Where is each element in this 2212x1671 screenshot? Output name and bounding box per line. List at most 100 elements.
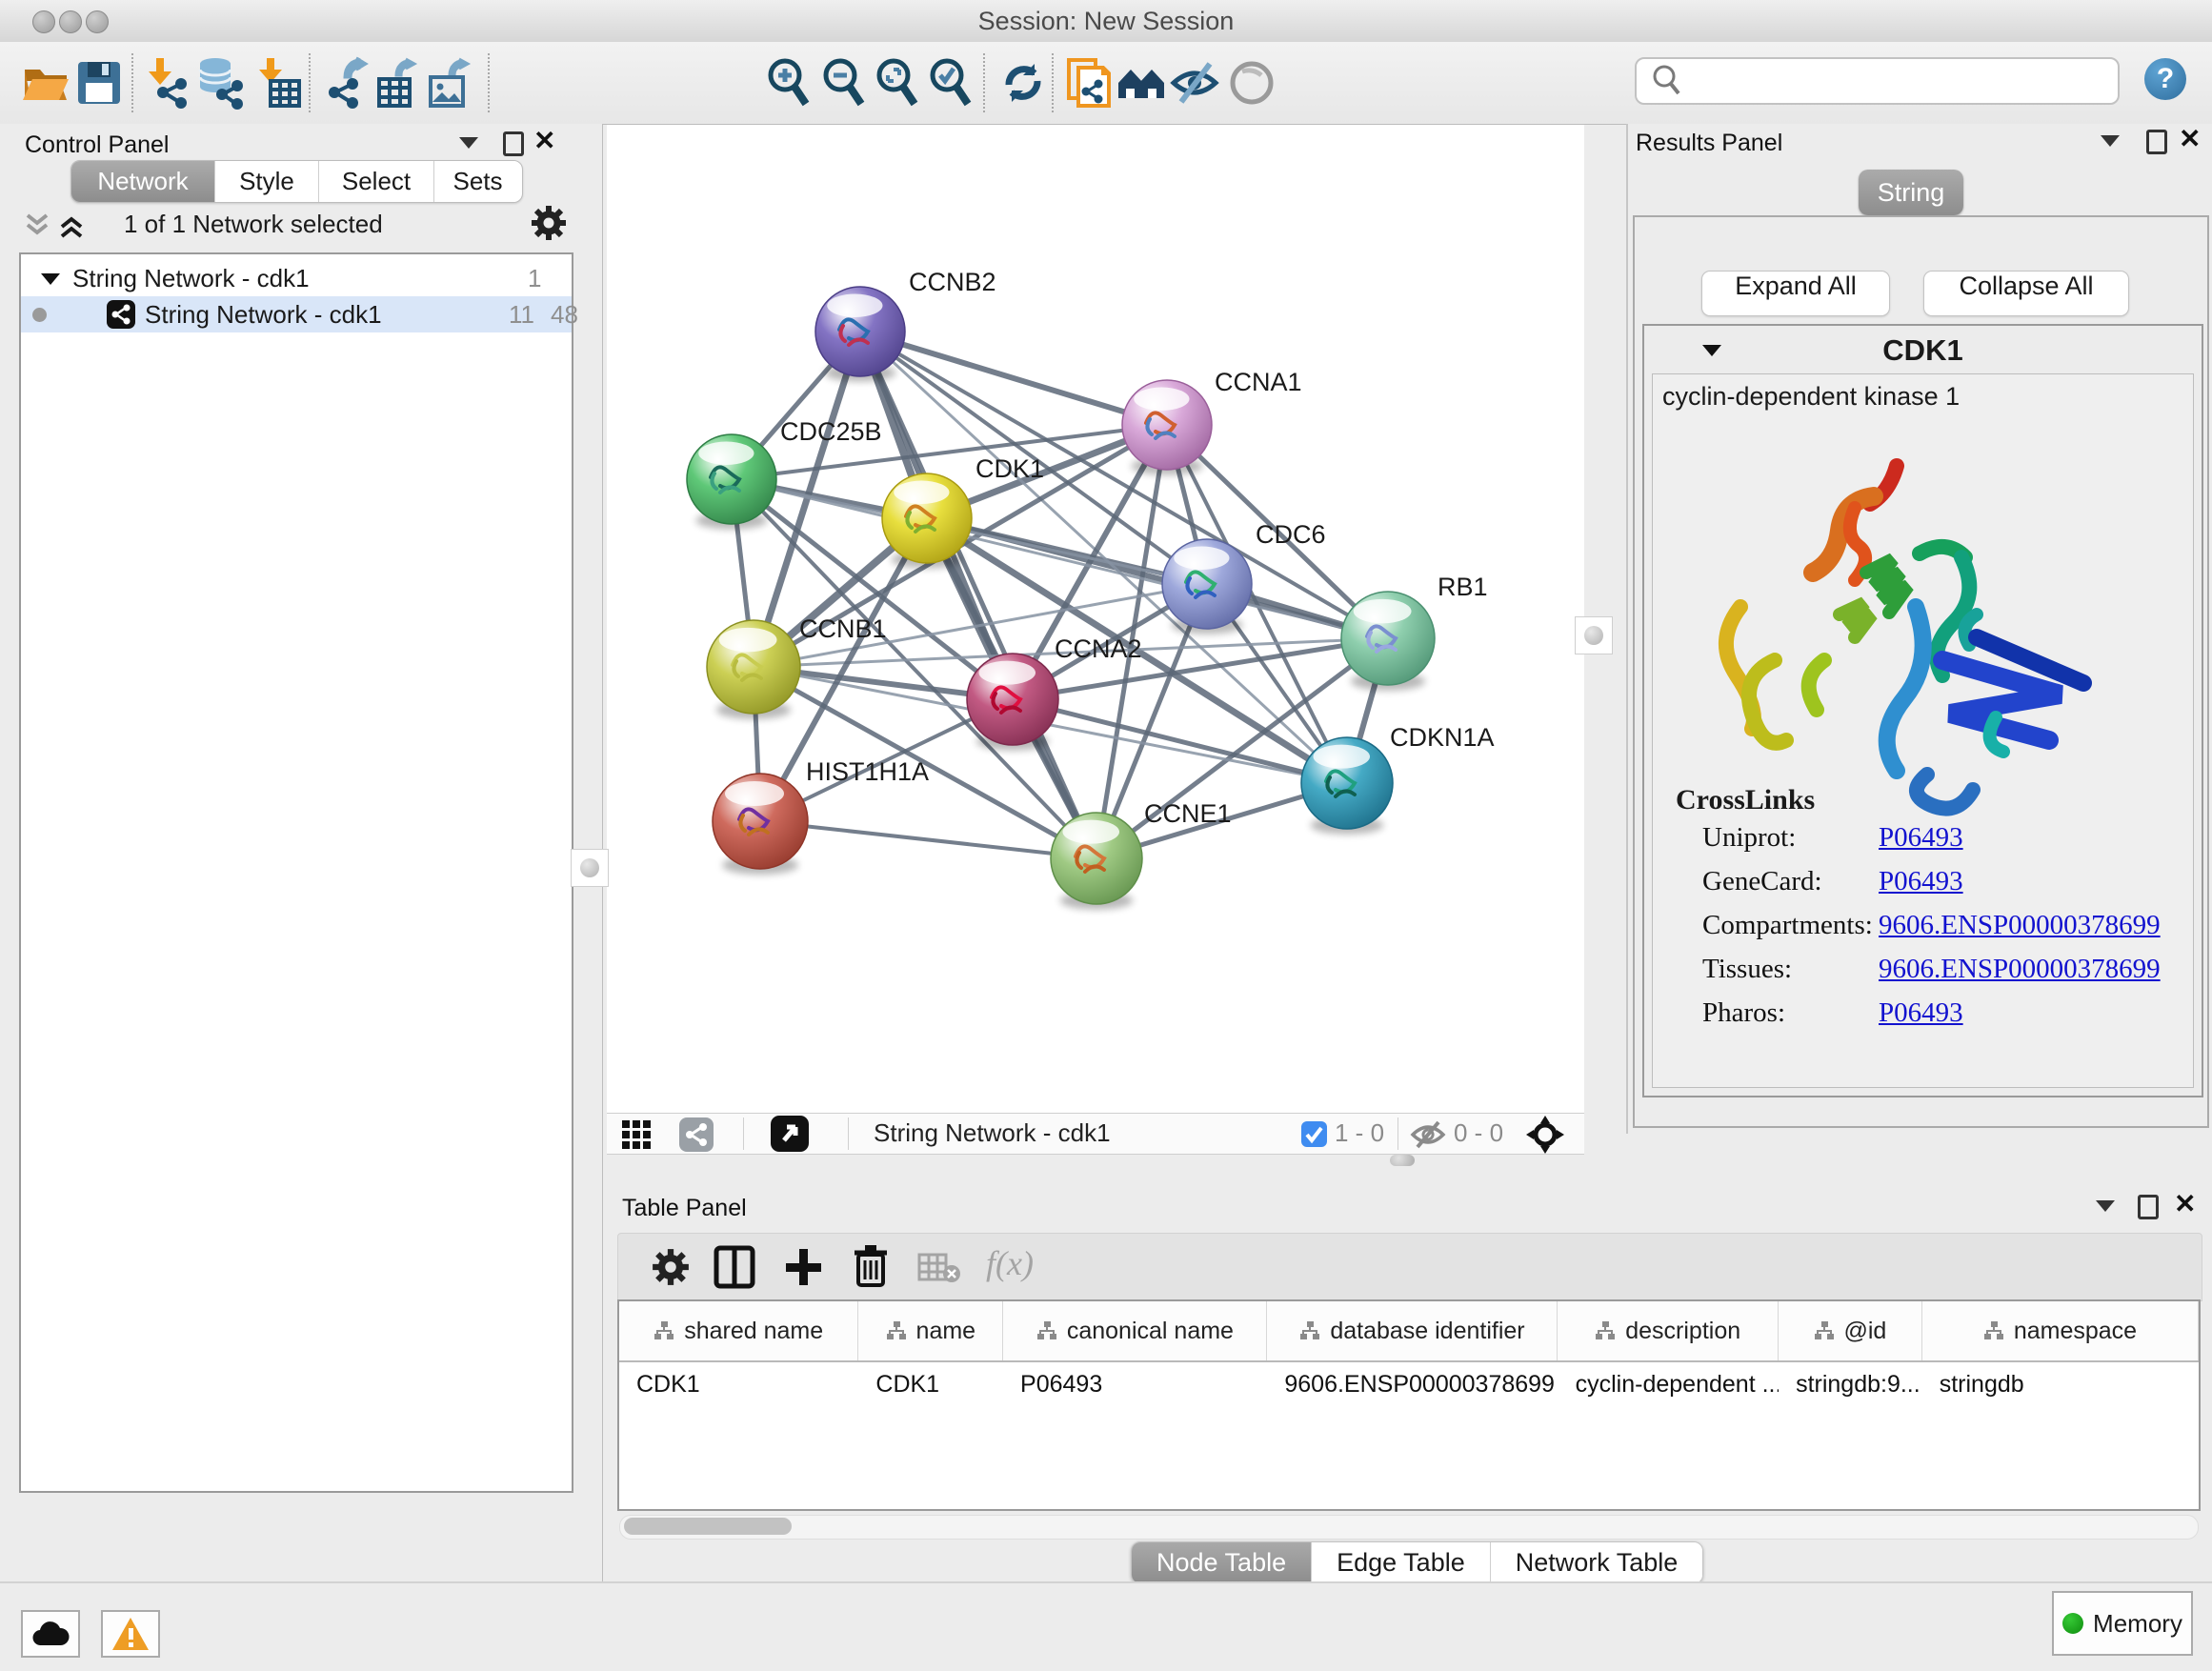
tab-style[interactable]: Style bbox=[215, 161, 319, 202]
table-cell[interactable]: stringdb bbox=[1922, 1362, 2199, 1406]
node-table[interactable]: shared namenamecanonical namedatabase id… bbox=[617, 1299, 2201, 1511]
crosslink-link[interactable]: 9606.ENSP00000378699 bbox=[1879, 954, 2161, 985]
tab-select[interactable]: Select bbox=[319, 161, 434, 202]
table-cell[interactable]: stringdb:9... bbox=[1779, 1362, 1922, 1406]
table-options-gear-icon[interactable] bbox=[651, 1247, 691, 1287]
network-node-cdc6[interactable] bbox=[1162, 539, 1252, 634]
warning-status-button[interactable] bbox=[101, 1610, 160, 1658]
show-columns-icon[interactable] bbox=[714, 1245, 755, 1289]
network-node-rb1[interactable] bbox=[1341, 592, 1435, 691]
tab-node-table[interactable]: Node Table bbox=[1132, 1542, 1312, 1583]
panel-menu-icon[interactable] bbox=[2101, 135, 2120, 147]
export-network-icon[interactable] bbox=[318, 56, 372, 110]
panel-close-icon[interactable]: ✕ bbox=[533, 131, 555, 151]
control-panel: Control Panel ✕ Network Style Select Set… bbox=[0, 124, 603, 1581]
network-canvas[interactable]: CDK1CCNB2CCNA1CDC25BCDC6RB1CCNB1CCNA2CDK… bbox=[607, 125, 1584, 1113]
bottom-splitter-handle[interactable] bbox=[1390, 1155, 1415, 1166]
table-horizontal-scrollbar[interactable] bbox=[619, 1515, 2199, 1540]
birds-eye-view-icon[interactable] bbox=[621, 1119, 652, 1150]
table-cell[interactable]: cyclin-dependent ... bbox=[1558, 1362, 1779, 1406]
panel-float-icon[interactable] bbox=[2138, 1195, 2159, 1219]
table-cell[interactable]: 9606.ENSP00000378699 bbox=[1267, 1362, 1558, 1406]
protein-name: CDK1 bbox=[1644, 333, 2202, 368]
table-cell[interactable]: CDK1 bbox=[858, 1362, 1003, 1406]
network-node-ccnb1[interactable] bbox=[707, 620, 800, 719]
column-type-icon bbox=[1595, 1320, 1616, 1341]
network-node-hist1h1a[interactable] bbox=[713, 774, 808, 875]
tab-edge-table[interactable]: Edge Table bbox=[1312, 1542, 1491, 1583]
import-network-icon[interactable] bbox=[141, 56, 194, 110]
column-header-shared-name[interactable]: shared name bbox=[619, 1301, 858, 1360]
network-options-gear-icon[interactable] bbox=[530, 204, 568, 242]
collapse-all-networks-icon[interactable] bbox=[25, 211, 50, 240]
refresh-icon[interactable] bbox=[996, 56, 1050, 110]
panel-close-icon[interactable]: ✕ bbox=[2179, 130, 2201, 149]
table-row[interactable]: CDK1CDK1P064939606.ENSP00000378699cyclin… bbox=[619, 1362, 2199, 1406]
export-table-icon[interactable] bbox=[372, 56, 425, 110]
delete-column-trash-icon[interactable] bbox=[851, 1243, 891, 1289]
network-row-selected[interactable]: String Network - cdk1 11 48 bbox=[21, 296, 572, 332]
panel-menu-icon[interactable] bbox=[2096, 1200, 2115, 1212]
network-edge bbox=[760, 821, 1096, 858]
column-type-icon bbox=[1036, 1320, 1057, 1341]
column-header-namespace[interactable]: namespace bbox=[1922, 1301, 2199, 1360]
zoom-selected-icon[interactable] bbox=[924, 56, 977, 110]
tab-network[interactable]: Network bbox=[71, 161, 215, 202]
table-cell[interactable]: CDK1 bbox=[619, 1362, 858, 1406]
tab-string[interactable]: String bbox=[1859, 170, 1963, 215]
delete-table-icon bbox=[917, 1253, 961, 1285]
column-header--id[interactable]: @id bbox=[1779, 1301, 1922, 1360]
open-session-icon[interactable] bbox=[19, 56, 72, 110]
network-node-ccne1[interactable] bbox=[1051, 813, 1142, 910]
import-network-from-database-icon[interactable] bbox=[194, 56, 248, 110]
zoom-fit-icon[interactable] bbox=[871, 56, 924, 110]
tree-expand-icon[interactable] bbox=[40, 272, 61, 287]
network-node-ccna1[interactable] bbox=[1122, 380, 1212, 475]
hide-panel-eye-icon[interactable] bbox=[1168, 56, 1221, 110]
fit-content-crosshair-icon[interactable] bbox=[1524, 1116, 1566, 1154]
panel-float-icon[interactable] bbox=[2146, 130, 2167, 154]
network-node-cdkn1a[interactable] bbox=[1301, 737, 1393, 835]
column-header-canonical-name[interactable]: canonical name bbox=[1003, 1301, 1267, 1360]
crosslink-link[interactable]: P06493 bbox=[1879, 997, 1963, 1029]
show-panel-eye-icon[interactable] bbox=[1225, 56, 1278, 110]
right-splitter-handle[interactable] bbox=[1575, 616, 1613, 654]
network-node-cdc25b[interactable] bbox=[687, 434, 776, 530]
panel-close-icon[interactable]: ✕ bbox=[2174, 1195, 2196, 1214]
expand-all-networks-icon[interactable] bbox=[59, 211, 84, 240]
search-input[interactable] bbox=[1692, 61, 2105, 99]
network-collection-row[interactable]: String Network - cdk1 1 bbox=[21, 260, 572, 296]
left-splitter-handle[interactable] bbox=[571, 849, 609, 887]
clone-network-icon[interactable] bbox=[1061, 56, 1115, 110]
panel-menu-icon[interactable] bbox=[459, 137, 478, 149]
column-header-name[interactable]: name bbox=[858, 1301, 1003, 1360]
crosslink-link[interactable]: 9606.ENSP00000378699 bbox=[1879, 910, 2161, 941]
add-column-icon[interactable] bbox=[782, 1245, 824, 1289]
selected-checkbox-icon[interactable] bbox=[1301, 1121, 1327, 1147]
home-string-icon[interactable] bbox=[1115, 56, 1168, 110]
crosslink-link[interactable]: P06493 bbox=[1879, 866, 1963, 897]
scrollbar-thumb[interactable] bbox=[624, 1518, 792, 1535]
column-header-description[interactable]: description bbox=[1558, 1301, 1778, 1360]
table-cell[interactable]: P06493 bbox=[1003, 1362, 1267, 1406]
string-style-icon[interactable] bbox=[679, 1117, 714, 1152]
column-header-database-identifier[interactable]: database identifier bbox=[1267, 1301, 1558, 1360]
zoom-out-icon[interactable] bbox=[817, 56, 871, 110]
tab-network-table[interactable]: Network Table bbox=[1491, 1542, 1703, 1583]
import-table-icon[interactable] bbox=[251, 56, 305, 110]
export-image-icon[interactable] bbox=[423, 56, 476, 110]
column-type-icon bbox=[1983, 1320, 2004, 1341]
panel-float-icon[interactable] bbox=[503, 131, 524, 156]
save-session-icon[interactable] bbox=[72, 56, 126, 110]
zoom-in-icon[interactable] bbox=[762, 56, 815, 110]
detach-view-icon[interactable] bbox=[771, 1116, 809, 1152]
collapse-all-button[interactable]: Collapse All bbox=[1923, 271, 2129, 316]
memory-button[interactable]: Memory bbox=[2052, 1591, 2193, 1656]
crosslink-link[interactable]: P06493 bbox=[1879, 822, 1963, 854]
results-panel: Results Panel ✕ String Expand All Collap… bbox=[1626, 124, 2212, 1134]
tab-sets[interactable]: Sets bbox=[434, 161, 521, 202]
help-button[interactable]: ? bbox=[2144, 58, 2186, 100]
node-label: CCNB1 bbox=[799, 614, 887, 643]
expand-all-button[interactable]: Expand All bbox=[1701, 271, 1890, 316]
cloud-status-button[interactable] bbox=[21, 1610, 80, 1658]
